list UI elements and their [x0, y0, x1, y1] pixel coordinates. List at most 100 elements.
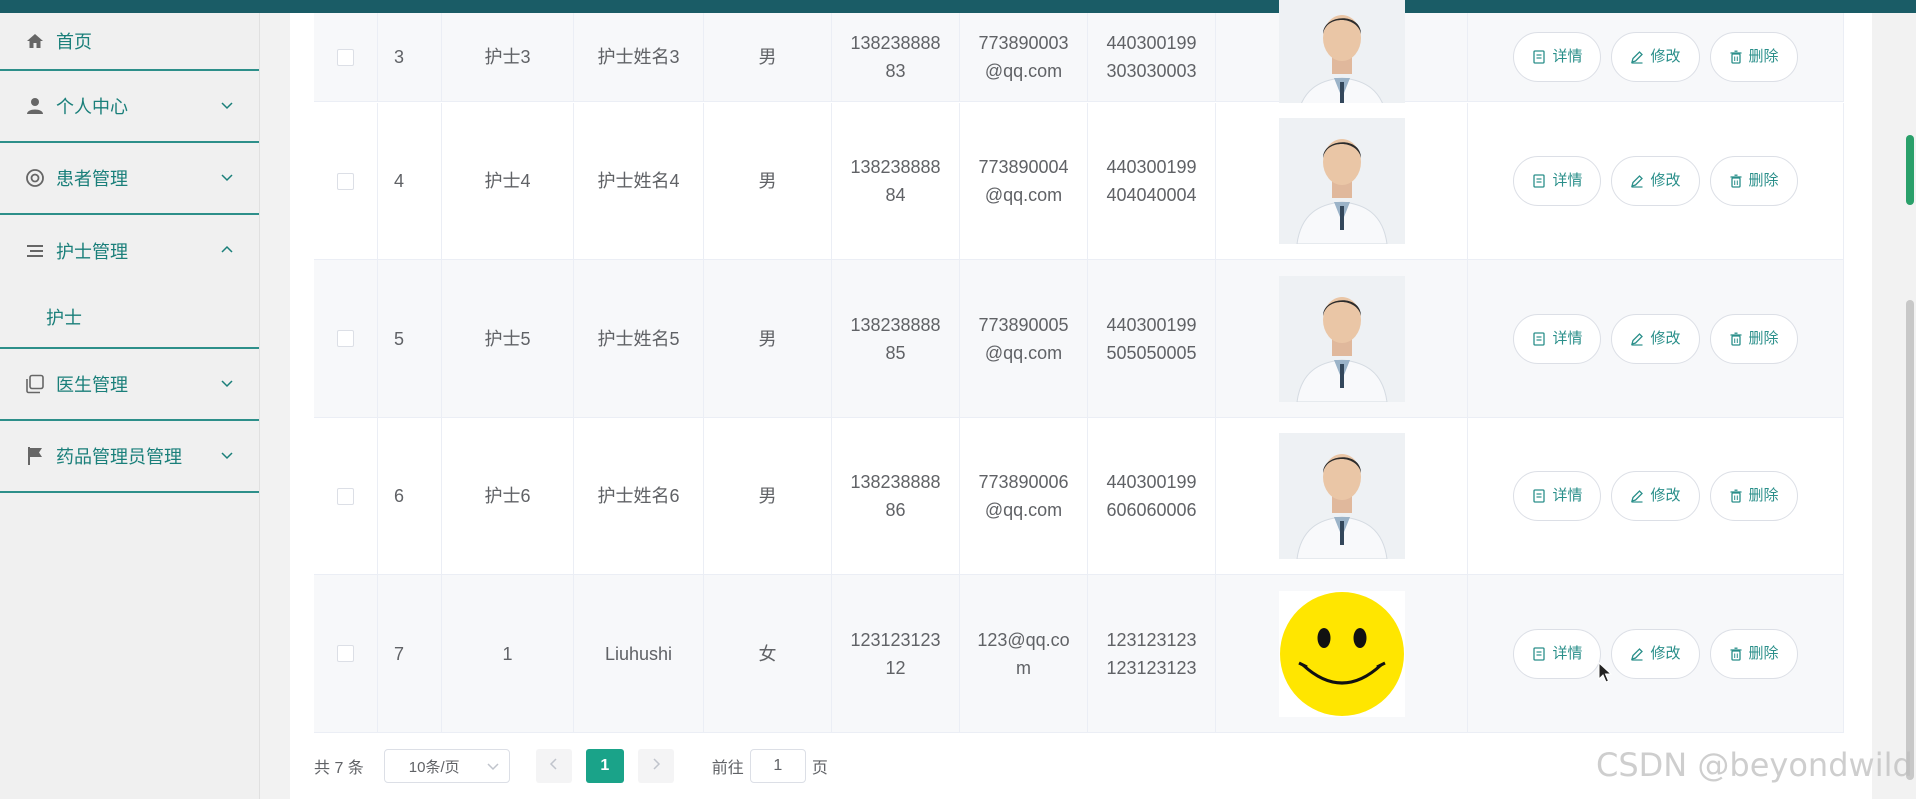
next-page-button[interactable] — [637, 749, 674, 783]
nurse-photo — [1278, 118, 1405, 244]
edit-button[interactable]: 修改 — [1611, 156, 1700, 206]
flag-icon — [24, 445, 46, 467]
sidebar-item-home[interactable]: 首页 — [0, 13, 259, 71]
delete-button[interactable]: 删除 — [1709, 156, 1798, 206]
phone-cell: 138238888 83 — [832, 13, 960, 101]
delete-button[interactable]: 删除 — [1709, 628, 1798, 679]
trash-icon — [1729, 50, 1743, 64]
detail-button[interactable]: 详情 — [1513, 628, 1602, 679]
prev-page-button[interactable] — [535, 749, 572, 783]
table-row: 5 护士5 护士姓名5 男 138238888 85 773890005 @qq.com 4… — [314, 260, 1844, 418]
gender-cell: 男 — [704, 418, 832, 574]
name-cell: 护士姓名5 — [574, 260, 704, 417]
chevron-left-icon — [549, 757, 559, 775]
table-row: 6 护士6 护士姓名6 男 138238888 86 773890006 @qq.com 4… — [314, 418, 1844, 575]
id-text: 5 — [394, 328, 405, 349]
sidebar-subitem-nurse[interactable]: 护士 — [0, 287, 259, 349]
table-row: 3 护士3 护士姓名3 男 138238888 83 773890003 @qq.com 4… — [314, 0, 1844, 120]
sidebar-item-personal-center[interactable]: 个人中心 — [0, 71, 259, 143]
page-number-current[interactable]: 1 — [585, 749, 624, 783]
email-cell: 773890004 @qq.com — [960, 103, 1088, 259]
mouse-cursor-icon — [1598, 662, 1612, 683]
delete-button[interactable]: 删除 — [1709, 313, 1798, 364]
photo-cell — [1216, 575, 1468, 732]
edit-button[interactable]: 修改 — [1611, 32, 1700, 82]
account-text: 护士6 — [484, 486, 531, 506]
delete-button-label: 删除 — [1748, 172, 1779, 189]
scrollbar-track[interactable] — [1906, 300, 1914, 780]
account-text: 护士3 — [484, 47, 531, 67]
row-actions: 详情 修改 删除 — [1513, 313, 1798, 364]
account-text: 1 — [502, 643, 513, 664]
delete-button-label: 删除 — [1748, 487, 1779, 504]
photo-cell — [1216, 0, 1468, 120]
smiley-face-image — [1278, 590, 1405, 717]
gender-cell: 男 — [704, 103, 832, 259]
nurse-photo — [1278, 433, 1405, 559]
row-checkbox[interactable] — [337, 330, 354, 347]
delete-button[interactable]: 删除 — [1709, 471, 1798, 521]
detail-button[interactable]: 详情 — [1513, 156, 1602, 206]
row-checkbox[interactable] — [337, 487, 354, 505]
select-cell — [314, 418, 378, 574]
row-checkbox[interactable] — [337, 645, 354, 662]
detail-button[interactable]: 详情 — [1513, 471, 1602, 521]
edit-button-label: 修改 — [1650, 48, 1681, 65]
id-text: 3 — [394, 47, 405, 67]
sidebar-item-nurse-management[interactable]: 护士管理 — [0, 215, 259, 287]
edit-button[interactable]: 修改 — [1611, 628, 1700, 679]
trash-icon — [1729, 489, 1743, 503]
page-size-select[interactable]: 10条/页 — [383, 749, 510, 783]
pencil-icon — [1630, 174, 1644, 188]
name-text: 护士姓名5 — [597, 328, 680, 349]
document-icon — [1532, 646, 1546, 661]
chevron-down-icon — [487, 759, 499, 776]
edit-button[interactable]: 修改 — [1611, 313, 1700, 364]
document-icon — [1532, 489, 1546, 503]
photo-cell — [1216, 103, 1468, 259]
id-cell: 3 — [378, 13, 442, 101]
actions-cell: 详情 修改 删除 — [1468, 575, 1844, 732]
sidebar: 首页 个人中心 患者管理 护士管理 护士 医生管理 药品管理员管理 — [0, 13, 260, 799]
pagination-total: 共 7 条 — [314, 760, 364, 777]
id-cell: 5 — [378, 260, 442, 417]
chevron-down-icon — [221, 376, 233, 392]
name-text: 护士姓名6 — [597, 486, 680, 506]
copy-icon — [24, 373, 46, 395]
page-size-value: 10条/页 — [408, 758, 460, 776]
edit-button-label: 修改 — [1650, 329, 1681, 347]
detail-button[interactable]: 详情 — [1513, 32, 1602, 82]
row-checkbox[interactable] — [337, 172, 354, 190]
idcard-text: 440300199 505050005 — [1106, 314, 1197, 363]
id-cell: 6 — [378, 418, 442, 574]
trash-icon — [1729, 647, 1743, 661]
idcard-cell: 123123123 123123123 — [1088, 575, 1216, 732]
sidebar-item-pharmacist-management[interactable]: 药品管理员管理 — [0, 421, 259, 493]
row-checkbox[interactable] — [337, 48, 354, 66]
actions-cell: 详情 修改 删除 — [1468, 260, 1844, 417]
scrollbar-thumb[interactable] — [1906, 135, 1914, 205]
email-text: 773890006 @qq.com — [978, 472, 1069, 520]
gender-text: 女 — [758, 643, 777, 664]
document-icon — [1532, 331, 1546, 346]
goto-suffix: 页 — [811, 760, 828, 777]
nurse-photo — [1278, 0, 1405, 120]
document-icon — [1532, 174, 1546, 188]
phone-text: 123123123 12 — [850, 629, 941, 678]
user-icon — [24, 95, 46, 117]
delete-button[interactable]: 删除 — [1709, 32, 1798, 82]
detail-button-label: 详情 — [1552, 644, 1583, 662]
edit-button[interactable]: 修改 — [1611, 471, 1700, 521]
detail-button[interactable]: 详情 — [1513, 313, 1602, 364]
name-cell: 护士姓名4 — [574, 103, 704, 259]
name-text: 护士姓名3 — [597, 47, 680, 67]
row-actions: 详情 修改 删除 — [1513, 32, 1798, 82]
phone-cell: 138238888 86 — [832, 418, 960, 574]
gender-cell: 女 — [704, 575, 832, 732]
sidebar-item-doctor-management[interactable]: 医生管理 — [0, 349, 259, 421]
goto-page-input[interactable] — [749, 749, 806, 783]
row-actions: 详情 修改 删除 — [1513, 156, 1798, 206]
select-cell — [314, 13, 378, 101]
sidebar-item-patient-management[interactable]: 患者管理 — [0, 143, 259, 215]
trash-icon — [1729, 174, 1743, 188]
